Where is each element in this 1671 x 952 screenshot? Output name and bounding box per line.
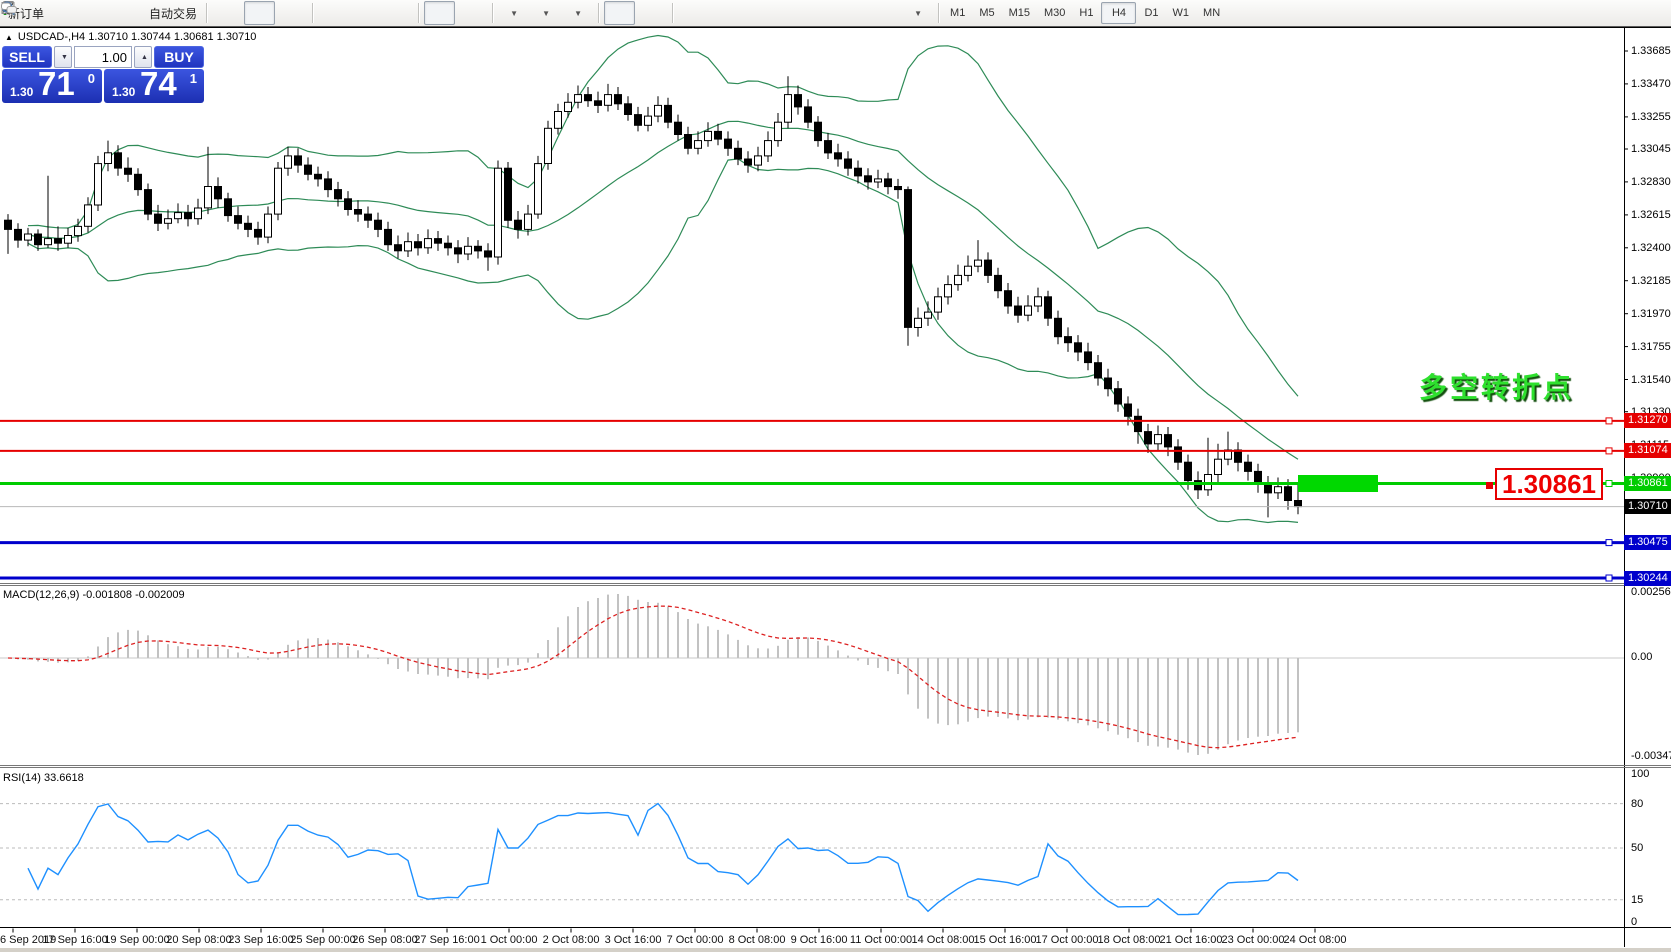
macd-signal-line xyxy=(8,606,1298,748)
time-axis-label: 1 Oct 00:00 xyxy=(481,934,538,946)
price-tick-label: 1.32830 xyxy=(1631,176,1671,188)
time-axis-label: 19 Sep 00:00 xyxy=(104,934,169,946)
time-axis-label: 17 Sep 16:00 xyxy=(42,934,107,946)
price-tick-label: 1.32615 xyxy=(1631,209,1671,221)
time-axis-label: 26 Sep 08:00 xyxy=(352,934,417,946)
rsi-axis-label: 50 xyxy=(1631,842,1643,854)
level-handle[interactable] xyxy=(1606,448,1612,454)
sell-price-display[interactable]: 1.30 71 0 xyxy=(2,69,102,103)
level-price-badge: 1.30475 xyxy=(1624,535,1671,550)
highlight-box[interactable] xyxy=(1298,475,1378,492)
collapse-triangle-icon[interactable]: ▲ xyxy=(5,33,13,42)
macd-histogram xyxy=(8,594,1298,755)
time-axis-label: 23 Oct 00:00 xyxy=(1222,934,1285,946)
time-axis-label: 7 Oct 00:00 xyxy=(667,934,724,946)
buy-price-sup: 1 xyxy=(190,71,197,86)
time-axis-label: 3 Oct 16:00 xyxy=(605,934,662,946)
turning-point-annotation[interactable]: 多空转折点 xyxy=(1419,366,1574,406)
time-axis-label: 25 Sep 00:00 xyxy=(290,934,355,946)
price-tick-label: 1.31540 xyxy=(1631,374,1671,386)
current-price-badge: 1.30710 xyxy=(1624,499,1671,514)
time-axis-label: 14 Oct 08:00 xyxy=(912,934,975,946)
chart-canvas[interactable] xyxy=(0,0,1671,952)
time-axis-label: 23 Sep 16:00 xyxy=(228,934,293,946)
price-tick-label: 1.31970 xyxy=(1631,308,1671,320)
rsi-axis-label: 15 xyxy=(1631,894,1643,906)
rsi-label: RSI(14) 33.6618 xyxy=(3,772,84,784)
time-axis-label: 20 Sep 08:00 xyxy=(166,934,231,946)
time-axis-label: 8 Oct 08:00 xyxy=(729,934,786,946)
level-price-badge: 1.31270 xyxy=(1624,413,1671,428)
time-axis-label: 18 Oct 08:00 xyxy=(1098,934,1161,946)
macd-axis-label: 0.00 xyxy=(1631,651,1652,663)
time-axis-label: 21 Oct 16:00 xyxy=(1160,934,1223,946)
rsi-axis-label: 100 xyxy=(1631,768,1649,780)
rsi-line xyxy=(28,804,1298,915)
price-tick-label: 1.33685 xyxy=(1631,45,1671,57)
level-handle[interactable] xyxy=(1606,481,1612,487)
bollinger-bands xyxy=(28,36,1298,523)
level-price-badge: 1.30861 xyxy=(1624,476,1671,491)
macd-axis-label: 0.002561 xyxy=(1631,586,1671,598)
symbol-header[interactable]: ▲ USDCAD-,H4 1.30710 1.30744 1.30681 1.3… xyxy=(5,31,256,43)
level-handle[interactable] xyxy=(1606,540,1612,546)
time-axis-label: 9 Oct 16:00 xyxy=(791,934,848,946)
one-click-trading-panel: SELL ▼ ▲ BUY 1.30 71 0 1.30 74 1 xyxy=(2,46,204,103)
volume-input[interactable] xyxy=(74,46,132,68)
price-tick-label: 1.33045 xyxy=(1631,143,1671,155)
mt4-window: 新订单 自动交易 xyxy=(0,0,1671,952)
level-price-badge: 1.30244 xyxy=(1624,571,1671,586)
sell-price-big: 71 xyxy=(38,65,75,103)
buy-price-display[interactable]: 1.30 74 1 xyxy=(104,69,204,103)
time-axis-label: 27 Sep 16:00 xyxy=(414,934,479,946)
price-tick-label: 1.33470 xyxy=(1631,78,1671,90)
buy-price-big: 74 xyxy=(140,65,177,103)
buy-price-prefix: 1.30 xyxy=(112,85,135,99)
rsi-axis-label: 80 xyxy=(1631,798,1643,810)
time-axis-label: 2 Oct 08:00 xyxy=(543,934,600,946)
macd-label: MACD(12,26,9) -0.001808 -0.002009 xyxy=(3,589,185,601)
price-tick-label: 1.31755 xyxy=(1631,341,1671,353)
symbol-title: USDCAD-,H4 1.30710 1.30744 1.30681 1.307… xyxy=(18,31,257,43)
time-axis-label: 17 Oct 00:00 xyxy=(1036,934,1099,946)
level-handle[interactable] xyxy=(1606,418,1612,424)
price-tick-label: 1.32185 xyxy=(1631,275,1671,287)
sell-price-sup: 0 xyxy=(88,71,95,86)
level-handle[interactable] xyxy=(1606,575,1612,581)
level-price-badge: 1.31074 xyxy=(1624,443,1671,458)
window-bottom-strip xyxy=(0,948,1671,952)
price-tick-label: 1.32400 xyxy=(1631,242,1671,254)
rsi-axis-label: 0 xyxy=(1631,916,1637,928)
time-axis-label: 24 Oct 08:00 xyxy=(1284,934,1347,946)
price-callout[interactable]: 1.30861 xyxy=(1495,468,1603,500)
sell-price-prefix: 1.30 xyxy=(10,85,33,99)
time-axis-label: 11 Oct 00:00 xyxy=(850,934,912,946)
price-callout-anchor xyxy=(1486,482,1493,489)
time-axis-label: 15 Oct 16:00 xyxy=(974,934,1037,946)
macd-axis-label: -0.003479 xyxy=(1631,750,1671,762)
price-tick-label: 1.33255 xyxy=(1631,111,1671,123)
